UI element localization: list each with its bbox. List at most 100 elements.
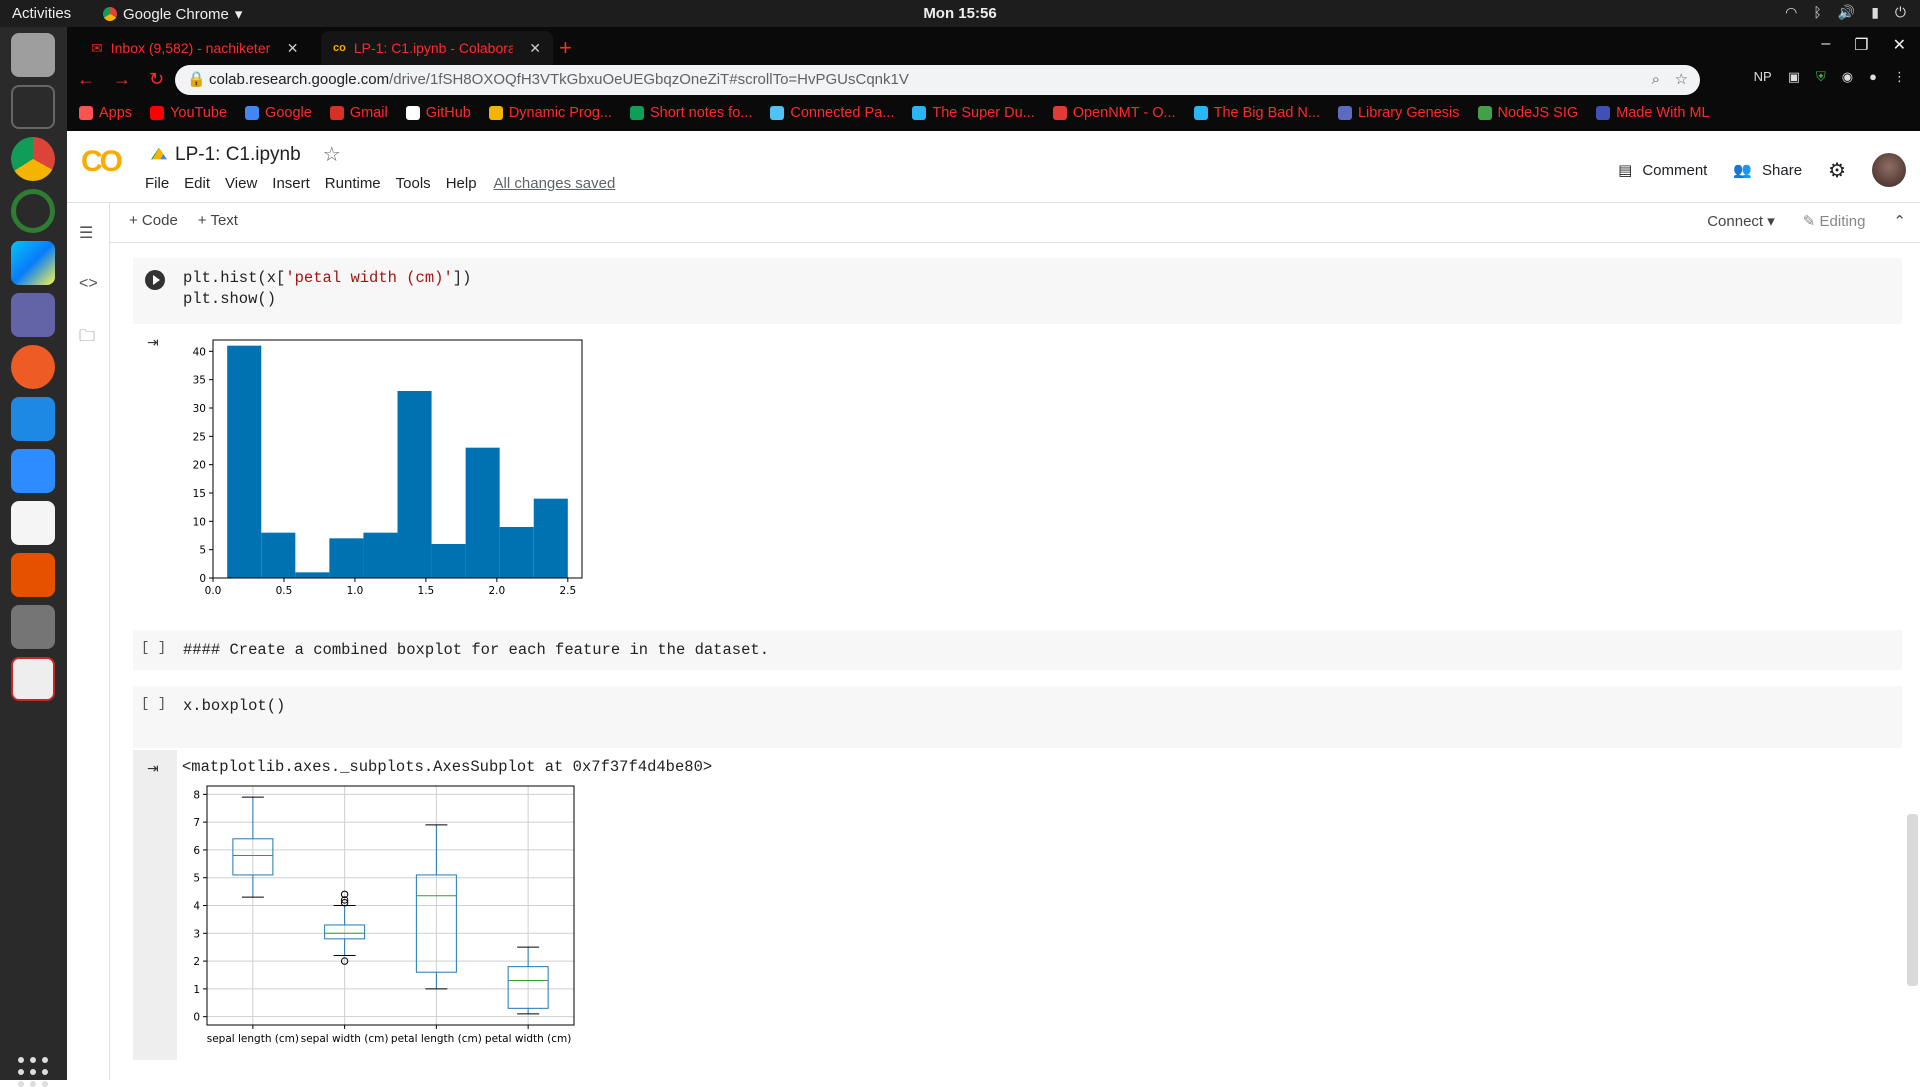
close-icon[interactable]: ✕ [287, 40, 299, 57]
y-tick-label: 15 [193, 488, 206, 500]
extension-icon[interactable]: ▣ [1788, 69, 1800, 85]
code-cell-comment[interactable]: [ ] #### Create a combined boxplot for e… [133, 630, 1902, 670]
bookmark-item[interactable]: Google [245, 105, 312, 121]
bookmark-icon [1052, 106, 1067, 120]
bookmark-item[interactable]: Made With ML [1596, 105, 1710, 121]
code-cell-hist[interactable]: plt.hist(x['petal width (cm)']) plt.show… [133, 258, 1902, 324]
address-bar[interactable]: 🔒 colab.research.google.com/drive/1fSH8O… [175, 65, 1700, 95]
cell-code[interactable]: #### Create a combined boxplot for each … [183, 640, 769, 661]
kebab-menu-icon[interactable]: ⋮ [1893, 69, 1906, 85]
left-sidebar: ☰ <> 🗀 [67, 203, 110, 1080]
colab-logo[interactable]: CO [81, 145, 123, 179]
code-cell-boxplot[interactable]: [ ] x.boxplot() [133, 686, 1902, 748]
bookmark-item[interactable]: Connected Pa... [770, 105, 894, 121]
star-icon[interactable]: ☆ [323, 142, 341, 167]
bookmark-star-icon[interactable]: ☆ [1675, 65, 1688, 95]
reload-icon[interactable]: ↻ [149, 69, 164, 90]
table-of-contents-icon[interactable]: ☰ [79, 223, 93, 243]
system-tray[interactable]: ◠ ᛒ 🔊 ▮ ⏻ [1785, 4, 1906, 21]
zoom-icon[interactable]: ⌕ [1652, 65, 1660, 95]
bookmark-icon [245, 106, 260, 120]
bookmark-item[interactable]: YouTube [150, 105, 227, 121]
bookmark-item[interactable]: OpenNMT - O... [1052, 105, 1176, 121]
show-apps-icon[interactable] [18, 1057, 48, 1087]
cell-code[interactable]: plt.hist(x['petal width (cm)']) plt.show… [183, 268, 471, 310]
code-snippets-icon[interactable]: <> [79, 275, 98, 293]
circle-app-icon[interactable] [11, 189, 55, 233]
bookmark-icon [770, 106, 785, 120]
menu-edit[interactable]: Edit [184, 175, 210, 192]
zoom-icon[interactable] [11, 449, 55, 493]
editing-mode-button[interactable]: ✎ Editing [1803, 212, 1866, 230]
bookmark-item[interactable]: Short notes fo... [629, 105, 752, 121]
folder-icon[interactable]: 🗀 [79, 325, 95, 352]
share-button[interactable]: 👥 Share [1733, 161, 1802, 180]
vscode-icon[interactable] [11, 397, 55, 441]
menu-view[interactable]: View [225, 175, 257, 192]
y-tick-label: 30 [193, 403, 206, 415]
connect-button[interactable]: Connect ▾ [1707, 212, 1775, 230]
tab-colab[interactable]: co LP-1: C1.ipynb - Colaborat ✕ [321, 31, 553, 65]
menu-tools[interactable]: Tools [396, 175, 431, 192]
software-center-icon[interactable] [11, 553, 55, 597]
chrome-dock-icon[interactable] [11, 137, 55, 181]
collapse-header-icon[interactable]: ⌃ [1893, 212, 1906, 230]
teams-icon[interactable] [11, 293, 55, 337]
url-host: colab.research.google.com [209, 71, 390, 88]
menu-file[interactable]: File [145, 175, 169, 192]
webstorm-icon[interactable] [11, 241, 55, 285]
shield-icon[interactable]: ⛨ [1816, 69, 1826, 85]
save-status[interactable]: All changes saved [494, 175, 616, 192]
bookmark-item[interactable]: Gmail [329, 105, 388, 121]
menu-runtime[interactable]: Runtime [325, 175, 381, 192]
add-text-button[interactable]: + Text [198, 212, 238, 229]
menu-insert[interactable]: Insert [272, 175, 310, 192]
maximize-icon[interactable]: ❐ [1854, 35, 1868, 55]
bookmark-label: Google [265, 105, 312, 121]
run-cell-button[interactable] [145, 270, 165, 290]
notebook-title-area: LP-1: C1.ipynb ☆ [151, 142, 341, 167]
bookmark-item[interactable]: The Super Du... [912, 105, 1035, 121]
pdf-reader-icon[interactable] [11, 657, 55, 701]
forward-icon[interactable]: → [113, 69, 131, 90]
bluetooth-icon: ᛒ [1813, 4, 1822, 20]
avatar[interactable] [1872, 153, 1906, 187]
output-icon[interactable]: ⇥ [147, 760, 159, 777]
url-path: /drive/1fSH8OXOQfH3VTkGbxuOeUEGbqzOneZiT… [389, 71, 909, 88]
tab-gmail[interactable]: ✉ Inbox (9,582) - nachiketer ✕ [79, 31, 313, 65]
histogram-bar [261, 532, 296, 578]
add-code-button[interactable]: + Code [129, 212, 178, 229]
cell-code[interactable]: x.boxplot() [183, 696, 285, 717]
notebook-toolbar: + Code + Text Connect ▾ ✎ Editing ⌃ [67, 203, 1920, 243]
settings-app-icon[interactable] [11, 605, 55, 649]
extension-np[interactable]: NP [1754, 69, 1772, 85]
bookmark-icon [1193, 106, 1208, 120]
bookmark-item[interactable]: The Big Bad N... [1193, 105, 1320, 121]
postman-icon[interactable] [11, 345, 55, 389]
output-icon[interactable]: ⇥ [147, 334, 159, 351]
bookmark-item[interactable]: Library Genesis [1337, 105, 1460, 121]
comment-button[interactable]: ▤ Comment [1618, 161, 1707, 180]
bookmark-item[interactable]: NodeJS SIG [1477, 105, 1578, 121]
extension-icon[interactable]: ◉ [1842, 69, 1853, 85]
notebook-title[interactable]: LP-1: C1.ipynb [175, 144, 301, 166]
new-tab-button[interactable]: + [559, 35, 572, 61]
clock[interactable]: Mon 15:56 [0, 5, 1920, 22]
histogram-chart: 0.0 0.5 1.0 1.5 2.0 2.5 0 5 10 15 20 25 30 35 40 [193, 339, 583, 597]
minimize-icon[interactable]: – [1821, 35, 1830, 55]
back-icon[interactable]: ← [77, 69, 95, 90]
scrollbar[interactable] [1907, 814, 1918, 986]
histogram-bar [329, 538, 364, 578]
profile-icon[interactable]: ● [1869, 69, 1877, 85]
gear-icon[interactable]: ⚙ [1828, 158, 1846, 183]
bookmark-item[interactable]: GitHub [405, 105, 471, 121]
close-icon[interactable]: ✕ [529, 40, 541, 57]
files-icon[interactable] [11, 33, 55, 77]
terminal-icon[interactable] [11, 85, 55, 129]
bookmark-item[interactable]: Apps [79, 105, 132, 121]
y-tick-label: 7 [193, 817, 200, 829]
menu-help[interactable]: Help [446, 175, 477, 192]
text-editor-icon[interactable] [11, 501, 55, 545]
bookmark-item[interactable]: Dynamic Prog... [488, 105, 612, 121]
close-window-icon[interactable]: ✕ [1893, 35, 1906, 55]
